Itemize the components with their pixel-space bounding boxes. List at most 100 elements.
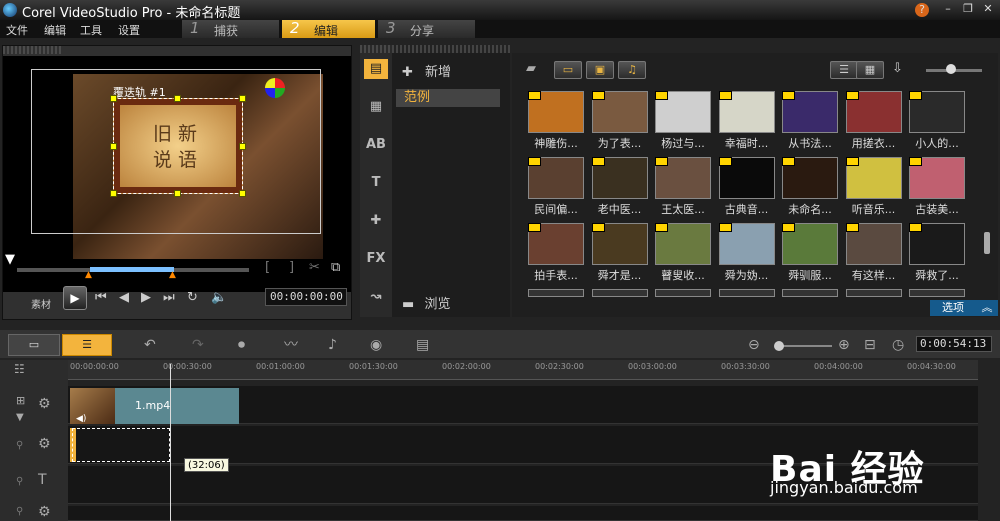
zoom-out-icon[interactable]: ⊖ — [748, 334, 760, 356]
thumb-view-icon[interactable]: ▦ — [856, 61, 884, 79]
media-thumbnail[interactable] — [655, 223, 711, 265]
media-thumbnail[interactable] — [655, 289, 711, 297]
media-thumbnail[interactable] — [528, 289, 584, 297]
menu-edit[interactable]: 编辑 — [44, 22, 66, 38]
track-manager-icon[interactable]: ☷ — [14, 362, 25, 376]
ripple-dropdown-icon[interactable]: ▼ — [16, 412, 24, 423]
slider-knob[interactable] — [946, 64, 956, 74]
media-thumbnail[interactable] — [782, 157, 838, 199]
zoom-in-icon[interactable]: ⊕ — [838, 334, 850, 356]
mark-out-icon[interactable]: ] — [289, 260, 294, 275]
media-thumbnail[interactable] — [782, 91, 838, 133]
transition-icon[interactable]: AB — [364, 135, 388, 155]
media-thumbnail[interactable] — [782, 289, 838, 297]
zoom-knob[interactable] — [774, 341, 784, 351]
resize-handle[interactable] — [174, 190, 181, 197]
media-thumbnail[interactable] — [591, 157, 648, 199]
media-thumbnail[interactable] — [718, 157, 775, 199]
media-thumbnail[interactable] — [909, 289, 965, 297]
media-thumbnail[interactable] — [655, 157, 711, 199]
zoom-slider[interactable] — [776, 345, 832, 347]
title-icon[interactable]: T — [364, 173, 388, 193]
minimize-icon[interactable]: – — [940, 2, 956, 16]
next-frame-icon[interactable]: ▶ — [141, 290, 151, 305]
ripple-edit-icon[interactable]: ⊞ — [16, 394, 25, 407]
resize-handle[interactable] — [110, 95, 117, 102]
overlay-drop-area[interactable] — [72, 428, 170, 462]
media-thumbnail[interactable] — [845, 289, 902, 297]
help-icon[interactable]: ? — [915, 3, 929, 17]
cut-icon[interactable]: ✂ — [309, 260, 320, 275]
title-track-icon[interactable]: T — [38, 472, 47, 488]
category-item-samples[interactable]: 范例 — [396, 89, 500, 107]
show-audio-icon[interactable]: ♫ — [618, 61, 646, 79]
resize-handle[interactable] — [174, 95, 181, 102]
title-toggle-icon[interactable]: ⚲ — [16, 476, 23, 487]
media-thumbnail[interactable] — [718, 91, 775, 133]
resize-handle[interactable] — [110, 143, 117, 150]
redo-icon[interactable]: ↷ — [192, 334, 204, 356]
overlay-scroll-image[interactable]: 旧新 说语 — [110, 95, 246, 197]
media-icon[interactable]: ▤ — [364, 59, 388, 79]
prev-frame-icon[interactable]: ◀ — [119, 290, 129, 305]
media-thumbnail[interactable] — [655, 91, 711, 133]
preview-viewer[interactable]: 覆迭轨 #1 旧新 说语 — [3, 56, 351, 292]
step-edit[interactable]: 2 编辑 — [282, 19, 376, 38]
trim-start-handle[interactable]: ▲ — [85, 270, 92, 280]
fit-project-icon[interactable]: ⊟ — [864, 334, 876, 356]
trim-end-handle[interactable]: ▲ — [169, 270, 176, 280]
media-thumbnail[interactable] — [909, 157, 965, 199]
source-mode-label[interactable]: 素材 — [31, 296, 51, 311]
mark-in-icon[interactable]: [ — [265, 260, 270, 275]
path-icon[interactable]: ↝ — [364, 287, 388, 307]
audio-mixer-icon[interactable]: 〰 — [284, 334, 298, 356]
resize-handle[interactable] — [239, 143, 246, 150]
filter-icon[interactable]: FX — [364, 249, 388, 269]
media-thumbnail[interactable] — [718, 289, 775, 297]
folder-icon[interactable]: ▰ — [526, 61, 536, 76]
panel-grip[interactable] — [360, 45, 510, 53]
close-icon[interactable]: ✕ — [980, 2, 996, 16]
timeline-view-icon[interactable]: ☰ — [62, 334, 112, 356]
restore-icon[interactable]: ❐ — [960, 2, 976, 16]
menu-settings[interactable]: 设置 — [118, 22, 140, 38]
media-thumbnail[interactable] — [591, 223, 648, 265]
resize-handle[interactable] — [239, 95, 246, 102]
menu-tools[interactable]: 工具 — [80, 22, 102, 38]
resize-handle[interactable] — [239, 190, 246, 197]
resize-handle[interactable] — [110, 190, 117, 197]
record-capture-icon[interactable]: ⏺ — [238, 334, 245, 356]
media-thumbnail[interactable] — [718, 223, 775, 265]
auto-music-icon[interactable]: ♪ — [328, 334, 337, 356]
step-capture[interactable]: 1 捕获 — [182, 19, 280, 38]
options-button[interactable]: 选项 ︽ — [930, 300, 998, 316]
show-video-icon[interactable]: ▭ — [554, 61, 582, 79]
graphic-icon[interactable]: ✚ — [364, 211, 388, 231]
subtitle-icon[interactable]: ▤ — [416, 334, 429, 356]
media-thumbnail[interactable] — [909, 223, 965, 265]
instant-project-icon[interactable]: ▦ — [364, 97, 388, 117]
storyboard-view-icon[interactable]: ▭ — [8, 334, 60, 356]
enlarge-icon[interactable]: ⧉ — [331, 260, 340, 275]
media-thumbnail[interactable] — [909, 91, 965, 133]
step-share[interactable]: 3 分享 — [378, 19, 476, 38]
playhead[interactable] — [170, 364, 171, 521]
home-icon[interactable]: ⏮ — [95, 290, 107, 305]
play-button[interactable]: ▶ — [63, 286, 87, 310]
voice-toggle-icon[interactable]: ⚲ — [16, 506, 23, 517]
timecode-field[interactable]: 00:00:00:00 — [265, 288, 347, 306]
media-thumbnail[interactable] — [591, 91, 648, 133]
library-scrollbar[interactable] — [984, 232, 990, 254]
show-photo-icon[interactable]: ▣ — [586, 61, 614, 79]
media-thumbnail[interactable] — [845, 157, 902, 199]
motion-track-icon[interactable]: ◉ — [370, 334, 382, 356]
list-view-icon[interactable]: ☰ — [830, 61, 858, 79]
media-thumbnail[interactable] — [591, 289, 648, 297]
undo-icon[interactable]: ↶ — [144, 334, 156, 356]
media-thumbnail[interactable] — [528, 157, 584, 199]
timeline-ruler[interactable]: 00:00:00:00 00:00:30:00 00:01:00:00 00:01:3… — [68, 360, 978, 380]
volume-icon[interactable]: 🔈 — [211, 290, 227, 305]
voice-track-icon[interactable]: ⚙ — [38, 504, 51, 520]
add-folder-button[interactable]: ✚ 新增 — [402, 61, 451, 80]
overlay-track-icon[interactable]: ⚙ — [38, 436, 51, 452]
